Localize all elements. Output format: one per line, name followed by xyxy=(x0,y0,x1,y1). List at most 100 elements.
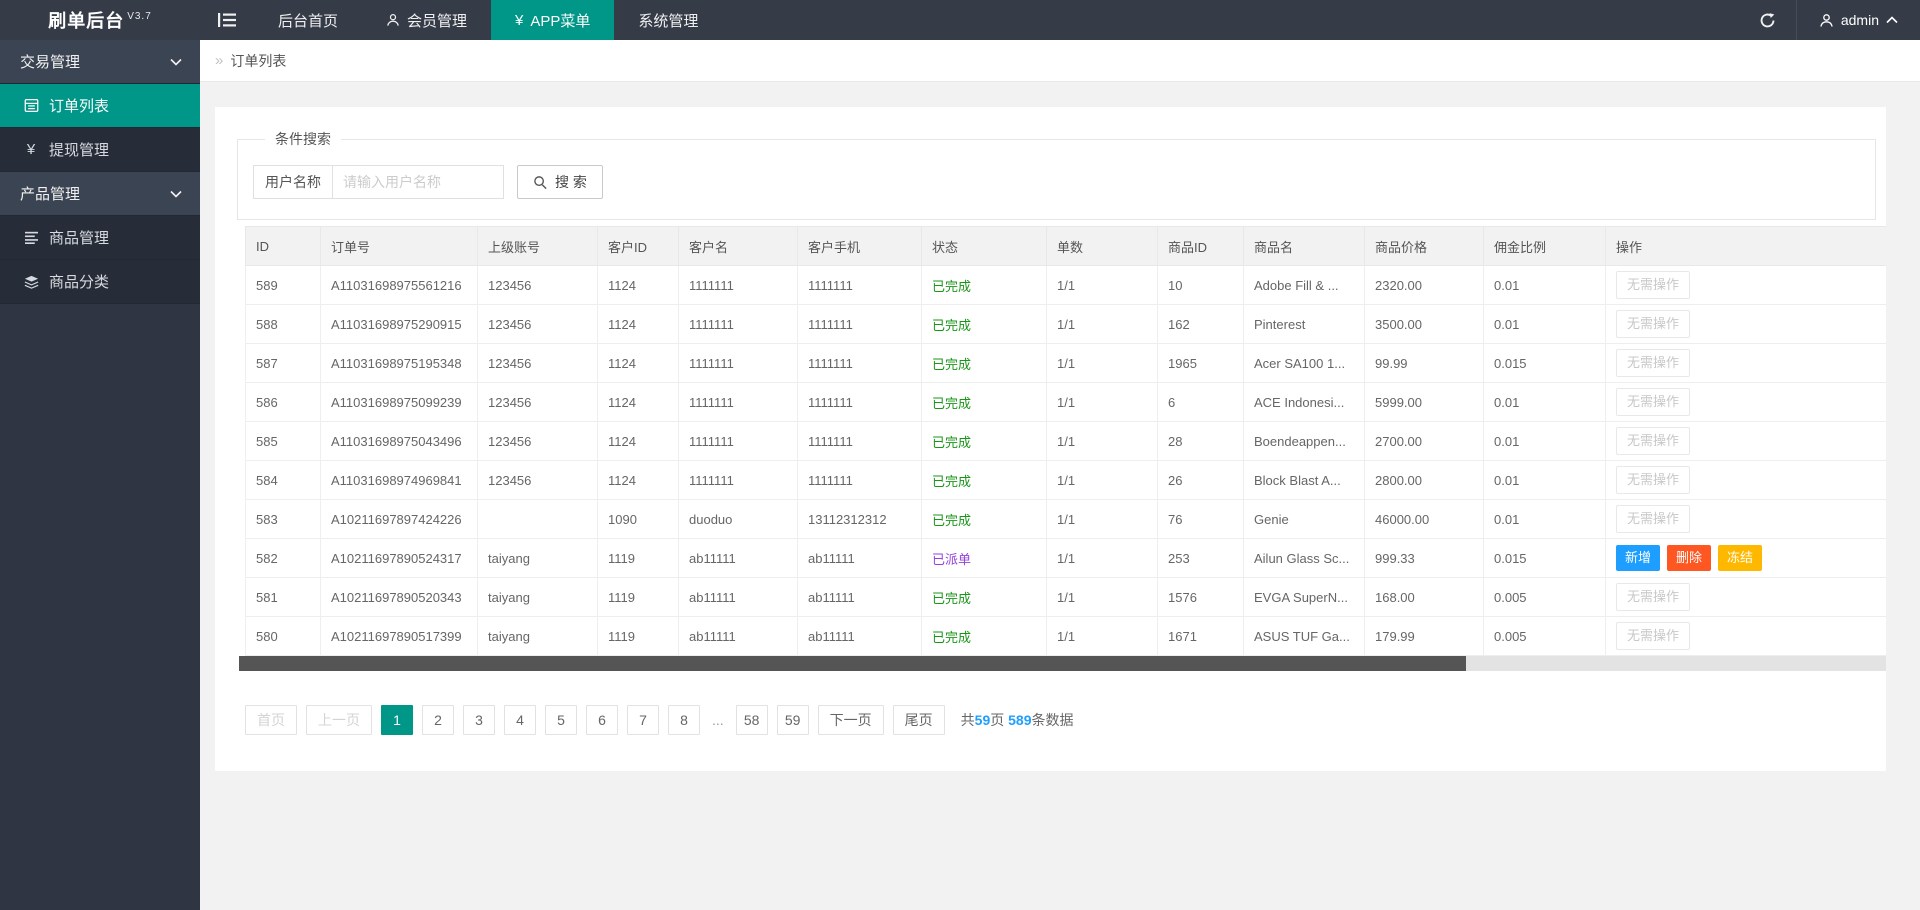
sidebar-item-label: 商品分类 xyxy=(49,271,109,292)
refresh-icon[interactable] xyxy=(1740,0,1796,40)
sidebar-item-goods[interactable]: 商品管理 xyxy=(0,216,200,260)
page-button-7[interactable]: 7 xyxy=(627,705,659,735)
breadcrumb-current: 订单列表 xyxy=(230,51,286,71)
no-action-button: 无需操作 xyxy=(1616,310,1690,338)
cell-commission: 0.01 xyxy=(1484,422,1606,461)
page-button-3[interactable]: 3 xyxy=(463,705,495,735)
sidebar-item-product-group[interactable]: 产品管理 xyxy=(0,172,200,216)
cell-actions: 无需操作 xyxy=(1606,500,1887,539)
user-menu[interactable]: admin xyxy=(1796,0,1920,40)
nav-item-label: 后台首页 xyxy=(278,10,338,31)
table-row: 586A110316989750992391234561124111111111… xyxy=(246,383,1887,422)
cell-product-id: 76 xyxy=(1158,500,1244,539)
page-button-2[interactable]: 2 xyxy=(422,705,454,735)
cell-price: 5999.00 xyxy=(1365,383,1484,422)
cell-customer-id: 1124 xyxy=(598,383,679,422)
app-logo: 刷单后台 V3.7 xyxy=(0,0,200,40)
page-button-8[interactable]: 8 xyxy=(668,705,700,735)
cell-customer-name: ab11111 xyxy=(679,539,798,578)
cell-price: 2700.00 xyxy=(1365,422,1484,461)
cell-phone: 1111111 xyxy=(798,305,922,344)
cell-count: 1/1 xyxy=(1047,617,1158,656)
page-button-1[interactable]: 1 xyxy=(381,705,413,735)
cell-phone: 1111111 xyxy=(798,383,922,422)
cell-product-name: Genie xyxy=(1244,500,1365,539)
page-button[interactable]: 下一页 xyxy=(818,705,884,735)
page-button-5[interactable]: 5 xyxy=(545,705,577,735)
cell-order-no: A11031698975290915 xyxy=(321,305,478,344)
table-row: 584A110316989749698411234561124111111111… xyxy=(246,461,1887,500)
username-input[interactable] xyxy=(333,166,503,198)
cell-count: 1/1 xyxy=(1047,305,1158,344)
delete-button[interactable]: 删除 xyxy=(1667,545,1711,571)
status-badge: 已完成 xyxy=(932,630,971,645)
search-panel-title: 条件搜索 xyxy=(265,129,341,149)
column-header: 客户ID xyxy=(598,227,679,266)
cell-order-no: A11031698975099239 xyxy=(321,383,478,422)
table-row: 588A110316989752909151234561124111111111… xyxy=(246,305,1887,344)
nav-item-system[interactable]: 系统管理 xyxy=(614,0,722,40)
status-badge: 已完成 xyxy=(932,474,971,489)
column-header: 佣金比例 xyxy=(1484,227,1606,266)
yen-icon: ¥ xyxy=(22,141,40,158)
breadcrumb-arrow-icon: » xyxy=(215,52,223,69)
no-action-button: 无需操作 xyxy=(1616,583,1690,611)
page-button-6[interactable]: 6 xyxy=(586,705,618,735)
cell-parent: taiyang xyxy=(478,539,598,578)
cell-price: 46000.00 xyxy=(1365,500,1484,539)
column-header: 上级账号 xyxy=(478,227,598,266)
scrollbar-thumb[interactable] xyxy=(239,656,1466,671)
cell-parent: 123456 xyxy=(478,461,598,500)
search-button[interactable]: 搜 索 xyxy=(517,165,603,199)
table-header-row: ID订单号上级账号客户ID客户名客户手机状态单数商品ID商品名商品价格佣金比例操… xyxy=(246,227,1887,266)
cell-product-id: 10 xyxy=(1158,266,1244,305)
status-badge: 已完成 xyxy=(932,279,971,294)
page-button-59[interactable]: 59 xyxy=(777,705,809,735)
search-panel: 条件搜索 用户名称 搜 索 xyxy=(237,129,1876,220)
cell-status: 已完成 xyxy=(922,578,1047,617)
cell-customer-id: 1124 xyxy=(598,266,679,305)
cell-actions: 无需操作 xyxy=(1606,578,1887,617)
cell-id: 580 xyxy=(246,617,321,656)
orders-table: ID订单号上级账号客户ID客户名客户手机状态单数商品ID商品名商品价格佣金比例操… xyxy=(245,226,1886,656)
status-badge: 已完成 xyxy=(932,591,971,606)
horizontal-scrollbar[interactable] xyxy=(239,656,1886,671)
cell-parent: 123456 xyxy=(478,422,598,461)
nav-item-app-menu[interactable]: ¥APP菜单 xyxy=(491,0,614,40)
cell-product-id: 253 xyxy=(1158,539,1244,578)
page-button-58[interactable]: 58 xyxy=(736,705,768,735)
nav-item-label: 系统管理 xyxy=(638,10,698,31)
sidebar-item-goods-category[interactable]: 商品分类 xyxy=(0,260,200,304)
cell-product-id: 1965 xyxy=(1158,344,1244,383)
sidebar-item-trade-group[interactable]: 交易管理 xyxy=(0,40,200,84)
sidebar-item-withdraw[interactable]: ¥提现管理 xyxy=(0,128,200,172)
cell-customer-name: duoduo xyxy=(679,500,798,539)
cell-product-name: Acer SA100 1... xyxy=(1244,344,1365,383)
cell-status: 已完成 xyxy=(922,461,1047,500)
sidebar-item-label: 订单列表 xyxy=(49,95,109,116)
cell-commission: 0.005 xyxy=(1484,578,1606,617)
nav-item-home[interactable]: 后台首页 xyxy=(254,0,362,40)
freeze-button[interactable]: 冻结 xyxy=(1718,545,1762,571)
status-badge: 已完成 xyxy=(932,318,971,333)
sidebar-item-label: 产品管理 xyxy=(20,183,80,204)
cell-count: 1/1 xyxy=(1047,344,1158,383)
main-area: » 订单列表 条件搜索 用户名称 xyxy=(200,0,1920,771)
cell-phone: 1111111 xyxy=(798,422,922,461)
add-button[interactable]: 新增 xyxy=(1616,545,1660,571)
cell-commission: 0.015 xyxy=(1484,539,1606,578)
page-button-4[interactable]: 4 xyxy=(504,705,536,735)
order-list-card: 条件搜索 用户名称 搜 索 xyxy=(215,107,1886,771)
cell-count: 1/1 xyxy=(1047,578,1158,617)
page-button[interactable]: 尾页 xyxy=(893,705,945,735)
cell-customer-name: 1111111 xyxy=(679,422,798,461)
cell-order-no: A11031698975561216 xyxy=(321,266,478,305)
column-header: 状态 xyxy=(922,227,1047,266)
nav-item-label: APP菜单 xyxy=(530,10,590,31)
caret-up-icon xyxy=(1886,16,1898,24)
sidebar-item-order-list[interactable]: 订单列表 xyxy=(0,84,200,128)
pagination: 首页上一页12345678...5859下一页尾页共59页 589条数据 xyxy=(245,705,1886,735)
nav-item-members[interactable]: 会员管理 xyxy=(362,0,491,40)
page-button: 首页 xyxy=(245,705,297,735)
menu-collapse-icon[interactable] xyxy=(200,0,254,40)
